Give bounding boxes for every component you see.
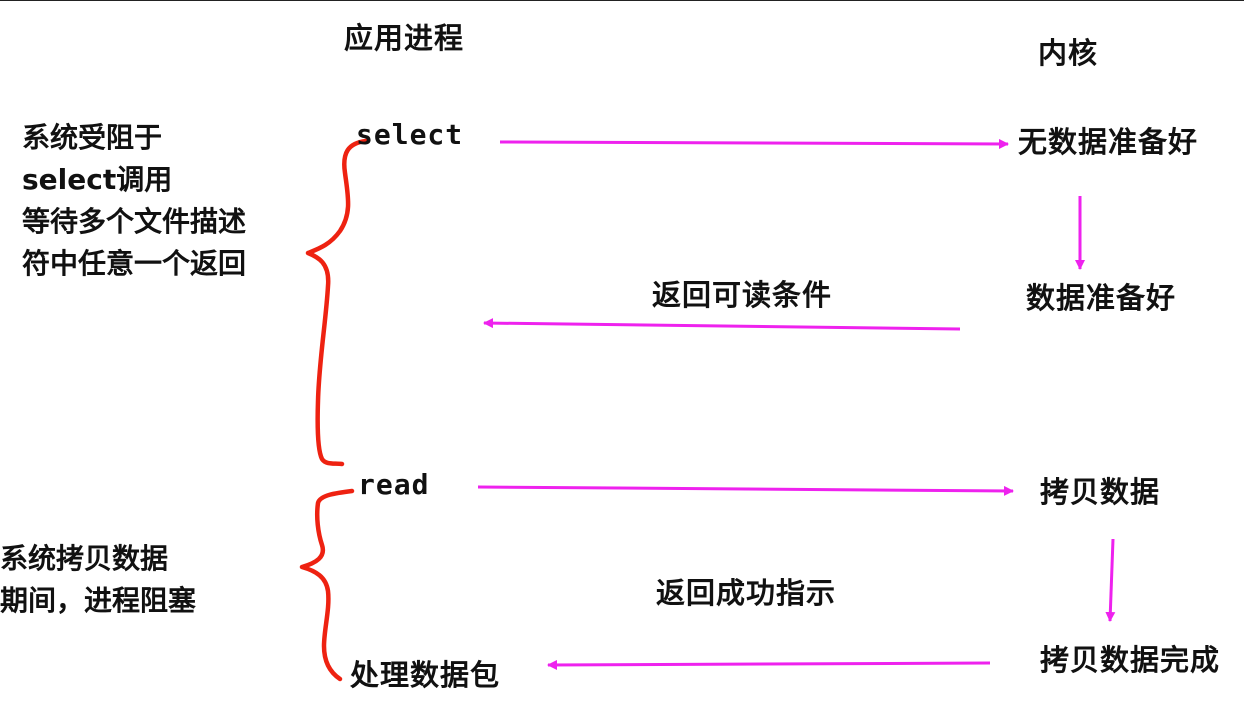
copy-block-note-line: 系统拷贝数据 [0, 542, 169, 575]
select-call-label: select [356, 118, 464, 151]
select-block-note: 系统受阻于 select调用 等待多个文件描述 符中任意一个返回 [22, 117, 246, 285]
return-readable-label: 返回可读条件 [652, 278, 833, 312]
select-block-note-line: 等待多个文件描述 [22, 205, 247, 238]
copy-block-note-line: 期间，进程阻塞 [0, 584, 197, 617]
read-call-label: read [358, 468, 430, 501]
read-request-arrow [477, 485, 1014, 496]
process-packet-label: 处理数据包 [350, 658, 501, 692]
copy-block-note: 系统拷贝数据 期间，进程阻塞 [0, 538, 196, 622]
copy-progress-arrow [1105, 538, 1116, 622]
copy-done-label: 拷贝数据完成 [1040, 643, 1221, 677]
data-ready-label: 数据准备好 [1026, 281, 1177, 315]
return-readable-arrow [483, 318, 961, 331]
return-success-label: 返回成功指示 [656, 576, 837, 610]
select-block-brace [305, 138, 369, 467]
select-request-arrow [499, 138, 1009, 149]
blocking-io-diagram: 应用进程 内核 select read 处理数据包 无数据准备好 数据准备好 拷… [0, 0, 1244, 701]
no-data-ready-label: 无数据准备好 [1018, 125, 1199, 159]
app-process-header: 应用进程 [344, 21, 465, 55]
copy-block-brace [299, 488, 355, 682]
copy-data-label: 拷贝数据 [1040, 475, 1161, 509]
select-block-note-line: select调用 [22, 163, 173, 196]
select-block-note-line: 符中任意一个返回 [22, 247, 247, 280]
kernel-header: 内核 [1038, 36, 1099, 70]
return-success-arrow [547, 659, 991, 670]
select-block-note-line: 系统受阻于 [22, 121, 163, 154]
